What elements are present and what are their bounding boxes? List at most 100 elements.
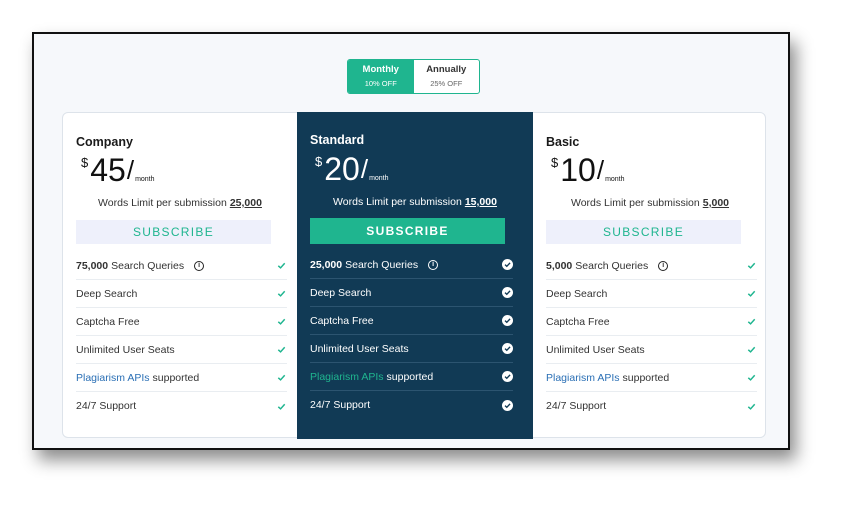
- billing-toggle[interactable]: Monthly 10% OFF Annually 25% OFF: [347, 59, 480, 94]
- feature-plagiarism-api: Plagiarism APIs supported: [310, 363, 513, 391]
- check-circle-icon: [502, 287, 513, 298]
- annually-label: Annually: [426, 64, 467, 75]
- feature-list: 25,000 Search Queries i Deep Search Captch…: [310, 251, 513, 419]
- feature-user-seats: Unlimited User Seats: [310, 335, 513, 363]
- check-icon: [276, 316, 287, 327]
- pricing-panel: Monthly 10% OFF Annually 25% OFF Company…: [32, 32, 790, 450]
- price-slash: /: [360, 154, 369, 184]
- check-icon: [746, 316, 757, 327]
- annually-option[interactable]: Annually 25% OFF: [414, 60, 480, 93]
- price-period: month: [605, 176, 625, 183]
- check-icon: [276, 344, 287, 355]
- feature-label: Captcha Free: [310, 314, 374, 327]
- feature-label: 24/7 Support: [310, 399, 371, 411]
- plan-card-company: Company $ 45 / month Words Limit per sub…: [63, 113, 297, 437]
- feature-deep-search: Deep Search: [546, 280, 757, 308]
- annually-discount: 25% OFF: [430, 79, 463, 88]
- feature-label: supported: [152, 371, 200, 384]
- feature-search-queries: 75,000 Search Queries i: [76, 252, 287, 280]
- feature-label: Deep Search: [310, 286, 372, 299]
- monthly-option[interactable]: Monthly 10% OFF: [348, 60, 414, 93]
- check-icon: [746, 260, 757, 271]
- feature-support: 24/7 Support: [546, 392, 757, 420]
- words-limit: Words Limit per submission 15,000: [297, 196, 533, 208]
- words-limit-value[interactable]: 25,000: [230, 197, 262, 209]
- plagiarism-apis-link[interactable]: Plagiarism APIs: [546, 372, 620, 384]
- plan-card-standard: Standard $ 20 / month Words Limit per su…: [297, 112, 533, 439]
- words-limit-label: Words Limit per submission: [333, 196, 462, 208]
- plagiarism-apis-link[interactable]: Plagiarism APIs: [76, 372, 150, 384]
- words-limit-label: Words Limit per submission: [98, 197, 227, 209]
- feature-user-seats: Unlimited User Seats: [76, 336, 287, 364]
- plan-name: Basic: [546, 135, 580, 149]
- subscribe-button[interactable]: SUBSCRIBE: [546, 220, 741, 244]
- check-circle-icon: [502, 343, 513, 354]
- plagiarism-apis-link[interactable]: Plagiarism APIs: [310, 371, 384, 383]
- feature-plagiarism-api: Plagiarism APIs supported: [546, 364, 757, 392]
- words-limit-label: Words Limit per submission: [570, 197, 700, 209]
- subscribe-button[interactable]: SUBSCRIBE: [310, 218, 505, 244]
- feature-captcha-free: Captcha Free: [76, 308, 287, 336]
- feature-label: Unlimited User Seats: [310, 342, 409, 355]
- check-circle-icon: [502, 259, 513, 270]
- check-circle-icon: [502, 399, 513, 411]
- price-slash: /: [126, 155, 135, 185]
- plan-price: $ 45 / month: [81, 151, 155, 189]
- feature-captcha-free: Captcha Free: [546, 308, 757, 336]
- feature-label: Deep Search: [76, 287, 138, 300]
- words-limit-value[interactable]: 15,000: [465, 196, 497, 208]
- subscribe-button[interactable]: SUBSCRIBE: [76, 220, 271, 244]
- queries-label: Search Queries: [111, 259, 185, 272]
- feature-deep-search: Deep Search: [76, 280, 287, 308]
- plan-price: $ 10 / month: [551, 151, 625, 189]
- check-icon: [276, 372, 287, 383]
- feature-support: 24/7 Support: [76, 392, 287, 420]
- info-icon[interactable]: i: [428, 259, 439, 270]
- check-icon: [746, 401, 757, 412]
- monthly-label: Monthly: [362, 64, 399, 75]
- feature-label: 24/7 Support: [76, 400, 137, 412]
- feature-captcha-free: Captcha Free: [310, 307, 513, 335]
- plan-cards: Company $ 45 / month Words Limit per sub…: [62, 112, 767, 439]
- monthly-discount: 10% OFF: [364, 79, 397, 88]
- feature-label: supported: [622, 371, 670, 384]
- currency-symbol: $: [315, 154, 323, 169]
- feature-label: Unlimited User Seats: [546, 343, 645, 356]
- feature-plagiarism-api: Plagiarism APIs supported: [76, 364, 287, 392]
- feature-deep-search: Deep Search: [310, 279, 513, 307]
- feature-user-seats: Unlimited User Seats: [546, 336, 757, 364]
- check-icon: [276, 260, 287, 271]
- price-period: month: [369, 175, 389, 182]
- queries-count: 5,000: [546, 259, 573, 272]
- feature-search-queries: 25,000 Search Queries i: [310, 251, 513, 279]
- feature-label: supported: [386, 370, 434, 383]
- feature-label: Captcha Free: [546, 315, 610, 328]
- price-amount: 20: [324, 151, 360, 187]
- feature-list: 75,000 Search Queries i Deep Search Captch…: [76, 252, 287, 420]
- check-circle-icon: [502, 371, 513, 382]
- plan-name: Standard: [310, 133, 365, 147]
- check-icon: [746, 344, 757, 355]
- words-limit: Words Limit per submission 5,000: [533, 197, 767, 209]
- plan-name: Company: [76, 135, 133, 149]
- info-icon[interactable]: i: [658, 260, 669, 271]
- price-amount: 45: [90, 152, 126, 188]
- check-icon: [276, 288, 287, 299]
- feature-search-queries: 5,000 Search Queries i: [546, 252, 757, 280]
- plan-price: $ 20 / month: [315, 150, 389, 188]
- queries-label: Search Queries: [575, 259, 649, 272]
- info-icon[interactable]: i: [194, 260, 205, 271]
- words-limit: Words Limit per submission 25,000: [63, 197, 297, 209]
- feature-label: Captcha Free: [76, 315, 140, 328]
- price-period: month: [135, 176, 155, 183]
- queries-label: Search Queries: [345, 258, 419, 271]
- feature-list: 5,000 Search Queries i Deep Search Captcha…: [546, 252, 757, 420]
- feature-label: Deep Search: [546, 287, 608, 300]
- feature-label: Unlimited User Seats: [76, 343, 175, 356]
- price-amount: 10: [560, 152, 596, 188]
- words-limit-value[interactable]: 5,000: [703, 197, 729, 209]
- feature-label: 24/7 Support: [546, 400, 607, 412]
- queries-count: 25,000: [310, 258, 343, 271]
- price-slash: /: [596, 155, 605, 185]
- queries-count: 75,000: [76, 259, 109, 272]
